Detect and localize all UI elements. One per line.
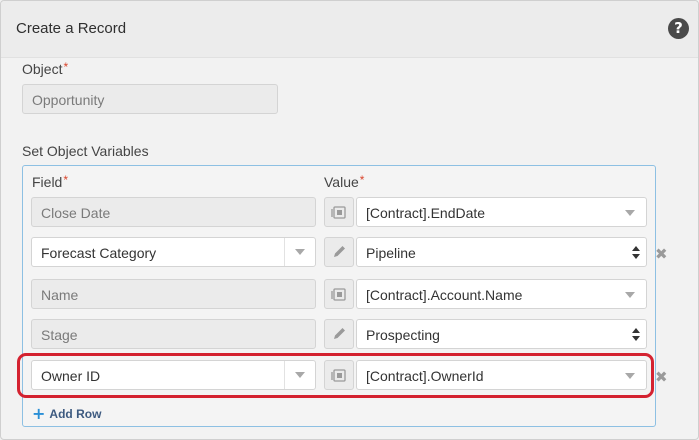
value-column-label: Value* (324, 173, 365, 190)
value-dropdown-close-date[interactable]: [Contract].EndDate (356, 197, 647, 227)
dropdown-toggle[interactable] (284, 238, 315, 266)
value-text: Pipeline (366, 245, 416, 261)
object-label-text: Object (22, 61, 63, 77)
highlight-outline (17, 353, 654, 398)
pencil-icon (334, 328, 345, 339)
required-marker: * (63, 173, 69, 187)
value-text: [Contract].EndDate (366, 205, 486, 221)
merge-field-icon (331, 206, 346, 219)
edit-value-button[interactable] (324, 319, 354, 349)
value-column-label-text: Value (324, 174, 359, 190)
merge-field-button[interactable] (324, 197, 354, 227)
field-column-label: Field* (32, 173, 69, 190)
chevron-down-icon (625, 292, 635, 298)
field-text: Forecast Category (41, 245, 157, 261)
required-marker: * (63, 60, 69, 74)
field-column-label-text: Field (32, 174, 63, 190)
help-icon[interactable]: ? (668, 18, 689, 39)
select-arrows-icon (632, 246, 640, 260)
value-dropdown-name[interactable]: [Contract].Account.Name (356, 279, 647, 309)
remove-row-icon[interactable]: ✖ (655, 245, 668, 263)
merge-field-button[interactable] (324, 279, 354, 309)
pencil-icon (334, 246, 345, 257)
edit-value-button[interactable] (324, 237, 354, 267)
panel-header: Create a Record ? (1, 1, 698, 58)
chevron-down-icon (625, 210, 635, 216)
section-label: Set Object Variables (22, 143, 149, 159)
field-name: Name (31, 279, 316, 309)
field-select-forecast-category[interactable]: Forecast Category (31, 237, 316, 267)
add-row-button[interactable]: + Add Row (32, 404, 101, 423)
object-label: Object* (22, 60, 69, 77)
object-field: Opportunity (22, 84, 278, 114)
value-select-forecast-category[interactable]: Pipeline (356, 237, 647, 267)
create-record-panel: Create a Record ? Object* Opportunity Se… (0, 0, 699, 440)
plus-icon: + (32, 404, 46, 423)
chevron-down-icon (295, 249, 305, 255)
merge-field-icon (331, 288, 346, 301)
field-close-date: Close Date (31, 197, 316, 227)
select-arrows-icon (632, 328, 640, 342)
value-text: [Contract].Account.Name (366, 287, 523, 303)
page-title: Create a Record (16, 20, 127, 37)
required-marker: * (359, 173, 365, 187)
value-text: Prospecting (366, 327, 440, 343)
remove-row-icon[interactable]: ✖ (655, 368, 668, 386)
field-stage: Stage (31, 319, 316, 349)
add-row-label: Add Row (49, 407, 102, 421)
value-select-stage[interactable]: Prospecting (356, 319, 647, 349)
